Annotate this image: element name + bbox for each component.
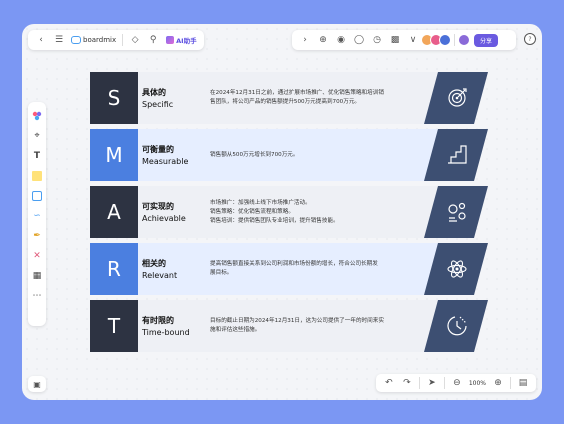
description-line: 在2024年12月31日之前，通过扩展市场推广、优化销售策略和培训销 — [210, 90, 384, 96]
color-palette-icon[interactable] — [31, 110, 43, 122]
row-title: 有时限的 Time-bound — [138, 300, 206, 352]
ai-assistant-label: AI助手 — [176, 37, 197, 45]
smart-letter: S — [90, 72, 138, 124]
divider — [443, 377, 445, 389]
icon-parallelogram — [424, 186, 488, 238]
row-title: 相关的 Relevant — [138, 243, 206, 295]
cursor-icon[interactable]: ➤ — [425, 376, 439, 390]
description-line: 销售策略：优化销售流程和策略。 — [210, 208, 294, 215]
divider — [454, 34, 455, 46]
left-sidebar: ⌖ T ∽ ✒ ✕ ▦ ⋯ — [28, 102, 46, 326]
row-description: 提高销售额直接关系到公司利润和市场份额的增长，符合公司长期发 展目标。 — [206, 243, 420, 295]
bottom-toolbar: ↶ ↷ ➤ ⊖ 100% ⊕ ▤ — [375, 374, 536, 392]
title-chinese: 可衡量的 — [142, 145, 174, 154]
zoom-in-icon[interactable]: ⊕ — [491, 376, 505, 390]
row-description: 目标的截止日期为2024年12月31日，这为公司提供了一年的时间来实 施和评估这些… — [206, 300, 420, 352]
shape-icon[interactable] — [31, 190, 43, 202]
description-line: 施和评估这些措施。 — [210, 327, 261, 333]
expand-icon[interactable]: › — [298, 33, 312, 47]
icon-parallelogram — [424, 129, 488, 181]
smart-row[interactable]: M 可衡量的 Measurable 销售额从500万元增长到700万元。 — [90, 129, 494, 181]
template-icon[interactable]: ◉ — [334, 33, 348, 47]
brand[interactable]: boardmix — [71, 36, 116, 44]
row-description: 销售额从500万元增长到700万元。 — [206, 129, 420, 181]
share-button[interactable]: 分享 — [474, 33, 499, 47]
title-chinese: 相关的 — [142, 259, 166, 268]
smart-letter: A — [90, 186, 138, 238]
table-icon[interactable]: ▦ — [31, 270, 43, 282]
description-line: 提高销售额直接关系到公司利润和市场份额的增长，符合公司长期发 — [210, 261, 378, 267]
more-icon[interactable]: ∨ — [406, 33, 420, 47]
ai-logo-icon — [166, 36, 175, 44]
add-icon[interactable]: ⊕ — [316, 33, 330, 47]
help-button[interactable]: ? — [524, 33, 536, 45]
smart-row[interactable]: T 有时限的 Time-bound 目标的截止日期为2024年12月31日，这为公司提… — [90, 300, 494, 352]
smart-row[interactable]: S 具体的 Specific 在2024年12月31日之前，通过扩展市场推广、优化销售… — [90, 72, 494, 124]
icon-parallelogram — [424, 72, 488, 124]
timer-icon[interactable]: ◷ — [370, 33, 384, 47]
zoom-out-icon[interactable]: ⊖ — [450, 376, 464, 390]
title-chinese: 具体的 — [142, 88, 166, 97]
collaborator-avatars[interactable] — [421, 34, 451, 46]
title-english: Specific — [142, 100, 174, 109]
minimap-icon: ▣ — [33, 379, 41, 389]
mindmap-icon[interactable]: ✕ — [31, 250, 43, 262]
comment-icon[interactable]: ◯ — [352, 33, 366, 47]
minimap-button[interactable]: ▣ — [28, 376, 46, 392]
divider — [122, 34, 124, 46]
title-english: Measurable — [142, 157, 189, 166]
row-title: 可衡量的 Measurable — [138, 129, 206, 181]
brand-label: boardmix — [83, 36, 117, 44]
top-left-toolbar: ‹ ☰ boardmix ◇ ⚲ AI助手 — [28, 30, 204, 50]
redo-icon[interactable]: ↷ — [400, 376, 414, 390]
description-line: 目标的截止日期为2024年12月31日，这为公司提供了一年的时间来实 — [210, 318, 384, 324]
smart-diagram: S 具体的 Specific 在2024年12月31日之前，通过扩展市场推广、优化销售… — [90, 72, 494, 357]
smart-letter: M — [90, 129, 138, 181]
tag-icon[interactable]: ◇ — [128, 33, 142, 47]
back-icon[interactable]: ‹ — [34, 33, 48, 47]
description-line: 销售额从500万元增长到700万元。 — [210, 151, 299, 158]
divider — [418, 377, 420, 389]
chart-icon[interactable]: ▩ — [388, 33, 402, 47]
user-avatar[interactable] — [458, 34, 470, 46]
smart-row[interactable]: A 可实现的 Achievable 市场推广：加强线上线下市场推广活动。 销售策略：优化… — [90, 186, 494, 238]
zoom-level[interactable]: 100% — [469, 380, 486, 387]
connector-icon[interactable]: ∽ — [31, 210, 43, 222]
icon-parallelogram — [424, 300, 488, 352]
share-label: 分享 — [480, 37, 493, 45]
title-chinese: 有时限的 — [142, 316, 174, 325]
frame-icon[interactable]: ⌖ — [31, 130, 43, 142]
ai-assistant-button[interactable]: AI助手 — [166, 35, 197, 45]
app-window: ‹ ☰ boardmix ◇ ⚲ AI助手 › ⊕ ◉ ◯ ◷ ▩ ∨ 分享 ? — [22, 24, 542, 400]
smart-letter: T — [90, 300, 138, 352]
row-description: 在2024年12月31日之前，通过扩展市场推广、优化销售策略和培训销 售团队，将公… — [206, 72, 420, 124]
title-english: Achievable — [142, 214, 186, 223]
title-english: Relevant — [142, 271, 178, 280]
top-right-toolbar: › ⊕ ◉ ◯ ◷ ▩ ∨ 分享 — [292, 30, 516, 50]
map-icon[interactable]: ▤ — [516, 376, 530, 390]
icon-parallelogram — [424, 243, 488, 295]
avatar — [439, 34, 451, 46]
description-line: 销售培训：提供销售团队专业培训，提升销售技能。 — [210, 217, 339, 224]
title-chinese: 可实现的 — [142, 202, 174, 211]
pen-icon[interactable]: ✒ — [31, 230, 43, 242]
row-description: 市场推广：加强线上线下市场推广活动。 销售策略：优化销售流程和策略。销售培训：提供… — [206, 186, 420, 238]
more-tools-icon[interactable]: ⋯ — [31, 290, 43, 302]
row-title: 具体的 Specific — [138, 72, 206, 124]
row-title: 可实现的 Achievable — [138, 186, 206, 238]
smart-letter: R — [90, 243, 138, 295]
description-line: 售团队，将公司产品的销售额提升500万元提高到700万元。 — [210, 99, 361, 105]
help-icon: ? — [528, 35, 532, 43]
title-english: Time-bound — [142, 328, 190, 337]
description-line: 市场推广：加强线上线下市场推广活动。 — [210, 199, 311, 206]
divider — [510, 377, 511, 389]
description-line: 展目标。 — [210, 270, 233, 276]
text-icon[interactable]: T — [31, 150, 43, 162]
search-icon[interactable]: ⚲ — [146, 33, 160, 47]
sticky-note-icon[interactable] — [31, 170, 43, 182]
undo-icon[interactable]: ↶ — [382, 376, 396, 390]
menu-icon[interactable]: ☰ — [52, 33, 66, 47]
cloud-logo-icon — [71, 36, 81, 44]
smart-row[interactable]: R 相关的 Relevant 提高销售额直接关系到公司利润和市场份额的增长，符合公司长… — [90, 243, 494, 295]
